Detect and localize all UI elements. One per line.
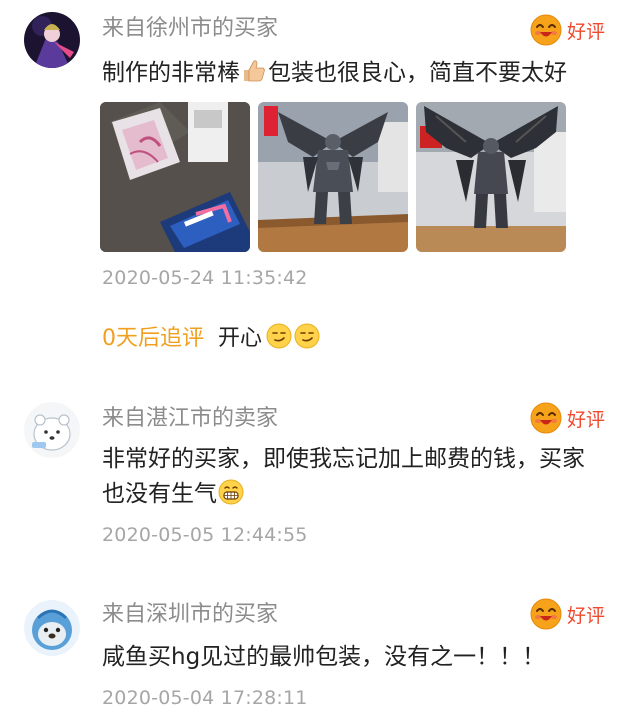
avatar[interactable]: [24, 402, 80, 458]
package-photo[interactable]: [100, 102, 250, 252]
review-item: 来自湛江市的卖家 好评 非常好的买家，即使我忘记加上邮费的钱，买家也没有生气 2…: [0, 390, 641, 560]
review-text-continued: 包装也很良心，简直不要太好: [268, 60, 567, 86]
review-content: 咸鱼买hg见过的最帅包装，没有之一！！！: [102, 644, 546, 670]
review-timestamp: 2020-05-05 12:44:55: [102, 524, 308, 546]
reviewer-name: 来自湛江市的卖家: [102, 406, 279, 431]
review-text: 非常好的买家，即使我忘记加上邮费的钱，买家也没有生气: [102, 446, 585, 507]
rating-label: 好评: [567, 408, 606, 431]
happy-face-icon: [530, 402, 562, 434]
smirk-face-icon: [294, 323, 320, 349]
reviewer-name: 来自徐州市的买家: [102, 16, 279, 41]
smirk-face-icon: [266, 323, 292, 349]
review-timestamp: 2020-05-04 17:28:11: [102, 687, 308, 709]
thumbs-up-icon: [244, 60, 265, 82]
followup-label: 0天后追评: [102, 326, 204, 351]
avatar[interactable]: [24, 12, 80, 68]
rating-badge: 好评: [529, 596, 605, 632]
rating-label: 好评: [567, 604, 606, 627]
review-item: 来自徐州市的买家 好评 制作的非常棒 包装也很良心，简直不要太好 2020-05…: [0, 0, 641, 360]
gundam-front-photo[interactable]: [258, 102, 408, 252]
rating-label: 好评: [567, 20, 606, 43]
review-content: 非常好的买家，即使我忘记加上邮费的钱，买家也没有生气: [102, 442, 607, 512]
review-item: 来自深圳市的买家 好评 咸鱼买hg见过的最帅包装，没有之一！！！ 2020-05…: [0, 588, 641, 727]
review-timestamp: 2020-05-24 11:35:42: [102, 267, 308, 289]
avatar[interactable]: [24, 600, 80, 656]
happy-face-icon: [530, 598, 562, 630]
photo-gallery: [100, 102, 566, 252]
rating-badge: 好评: [529, 12, 605, 48]
review-text: 制作的非常棒: [102, 60, 240, 86]
grin-face-icon: [218, 479, 244, 505]
rating-badge: 好评: [529, 400, 605, 436]
followup-text: 开心: [218, 326, 263, 351]
happy-face-icon: [530, 14, 562, 46]
gundam-wings-photo[interactable]: [416, 102, 566, 252]
review-content: 制作的非常棒 包装也很良心，简直不要太好: [102, 56, 612, 91]
followup-review: 0天后追评 开心: [102, 322, 321, 356]
reviewer-name: 来自深圳市的买家: [102, 602, 279, 627]
